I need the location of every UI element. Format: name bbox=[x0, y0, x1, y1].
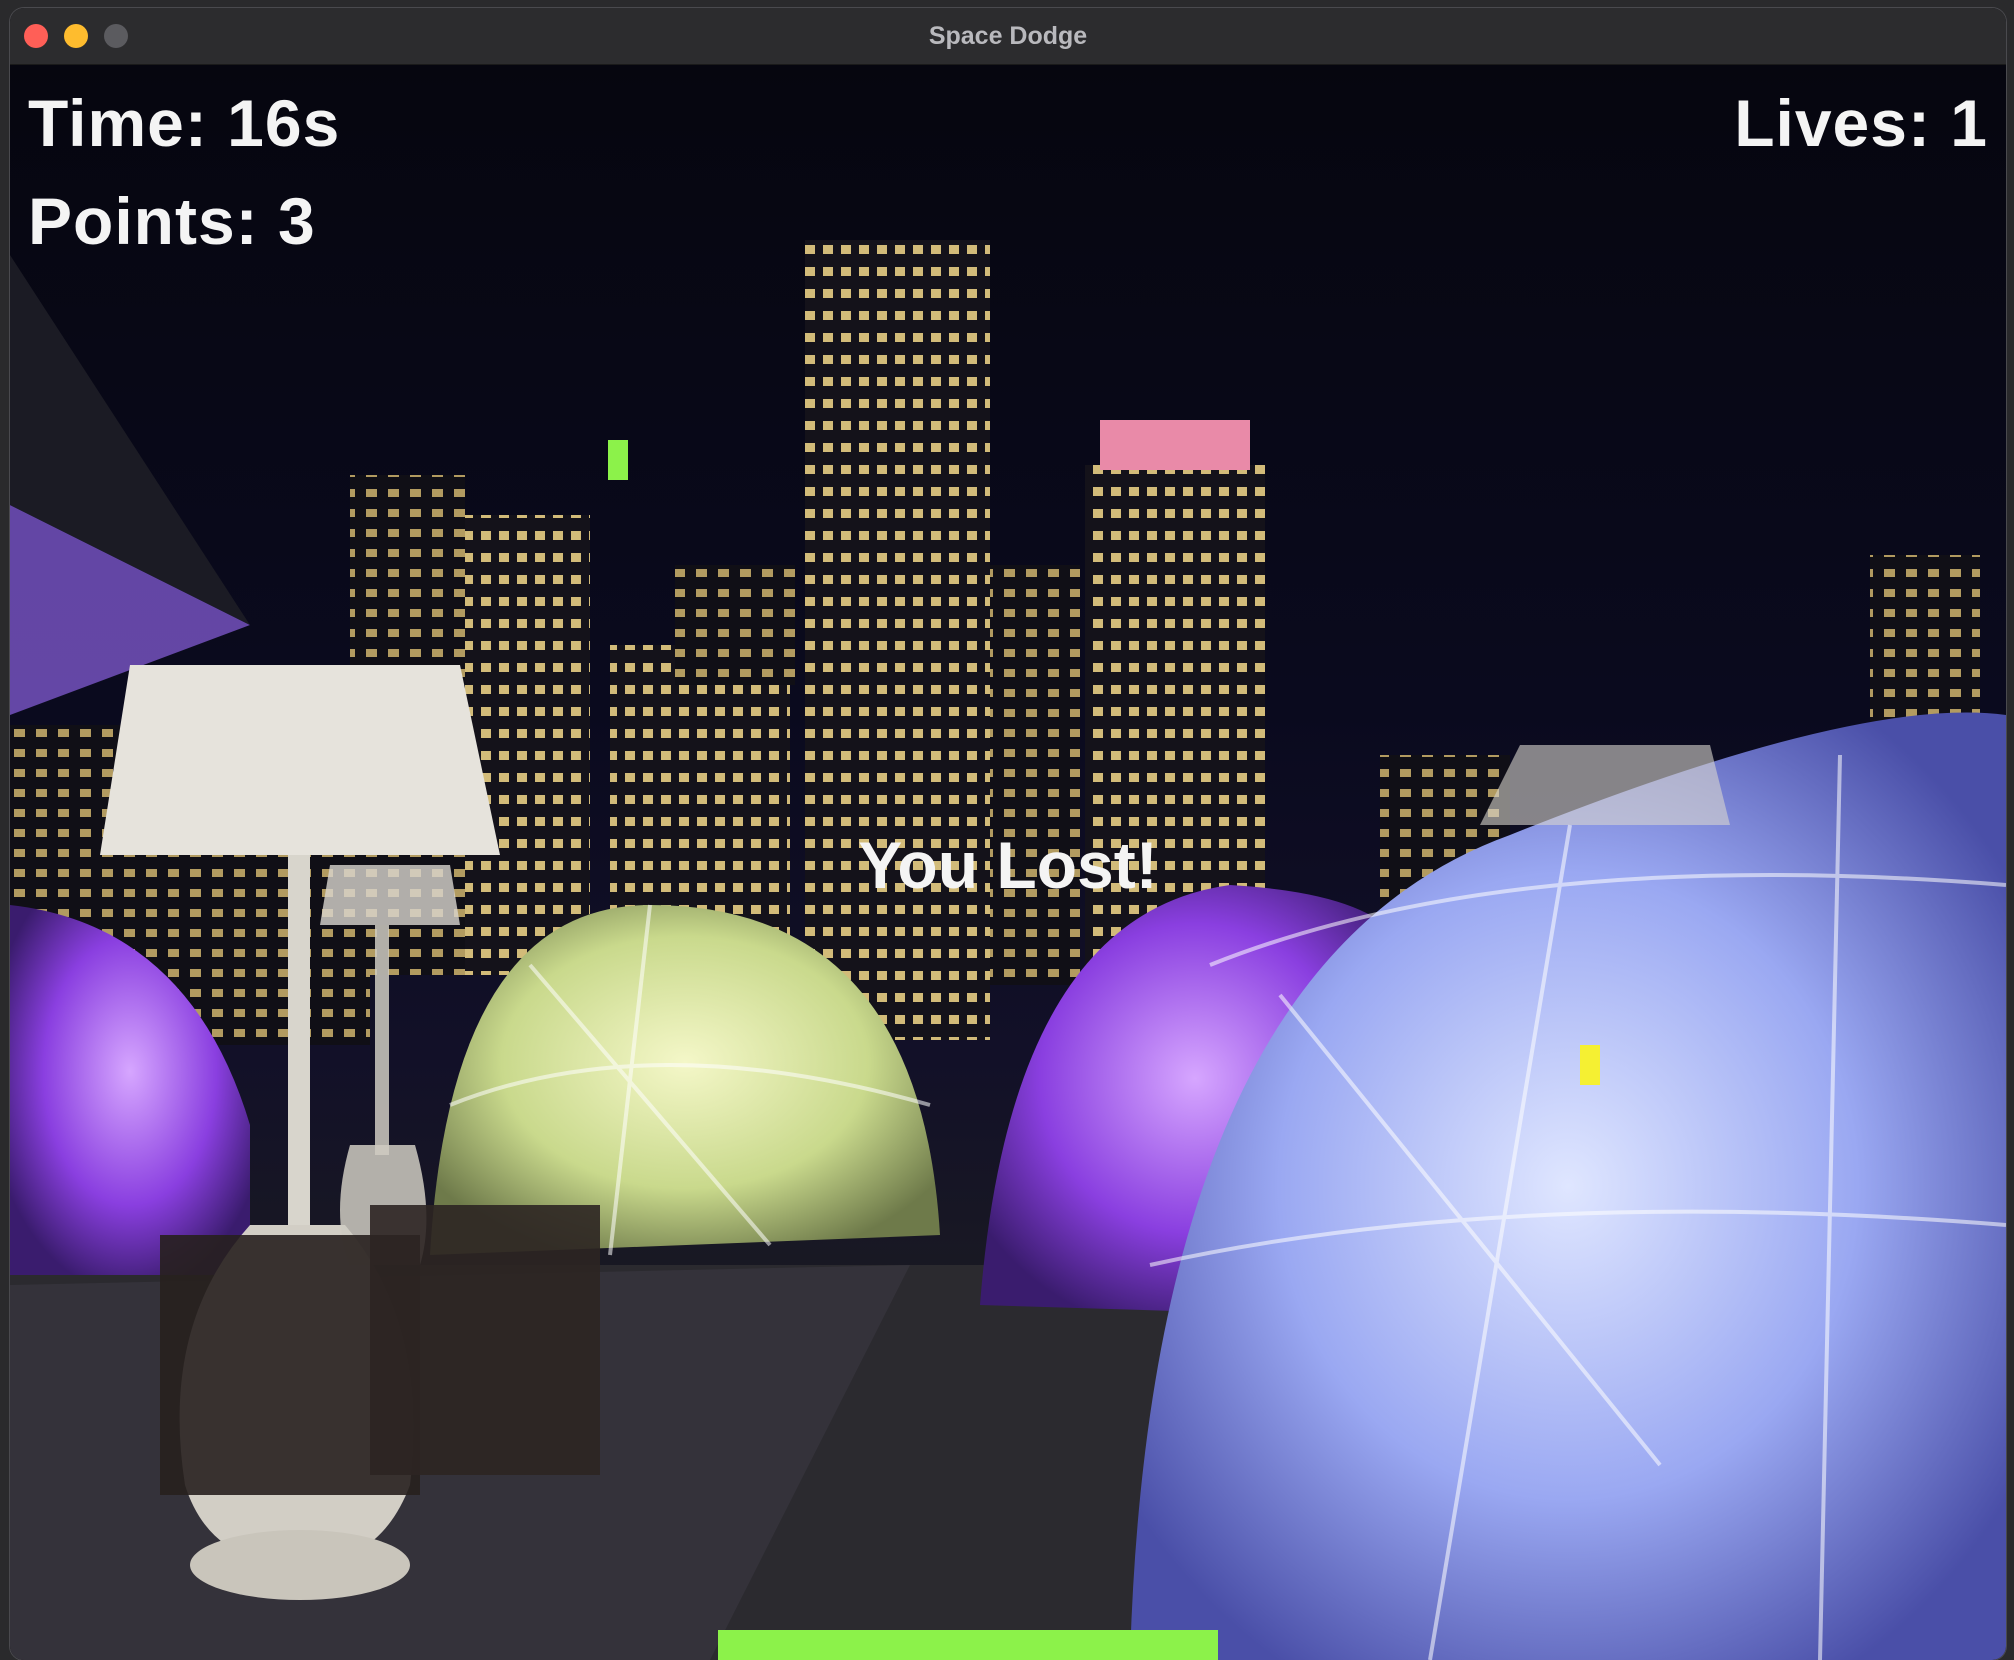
lives-readout: Lives: 1 bbox=[1734, 86, 1988, 160]
title-bar: Space Dodge bbox=[10, 8, 2006, 65]
player-paddle bbox=[718, 1630, 1218, 1660]
projectile-green bbox=[608, 440, 628, 480]
game-window: Space Dodge Time: 16s Points: 3 Lives: 1… bbox=[10, 8, 2006, 1660]
points-readout: Points: 3 bbox=[28, 184, 316, 258]
time-readout: Time: 16s bbox=[28, 86, 341, 160]
window-title: Space Dodge bbox=[928, 22, 1088, 50]
game-over-message: You Lost! bbox=[858, 828, 1158, 902]
projectile-yellow bbox=[1580, 1045, 1600, 1085]
game-canvas[interactable]: Time: 16s Points: 3 Lives: 1 You Lost! bbox=[10, 65, 2006, 1660]
